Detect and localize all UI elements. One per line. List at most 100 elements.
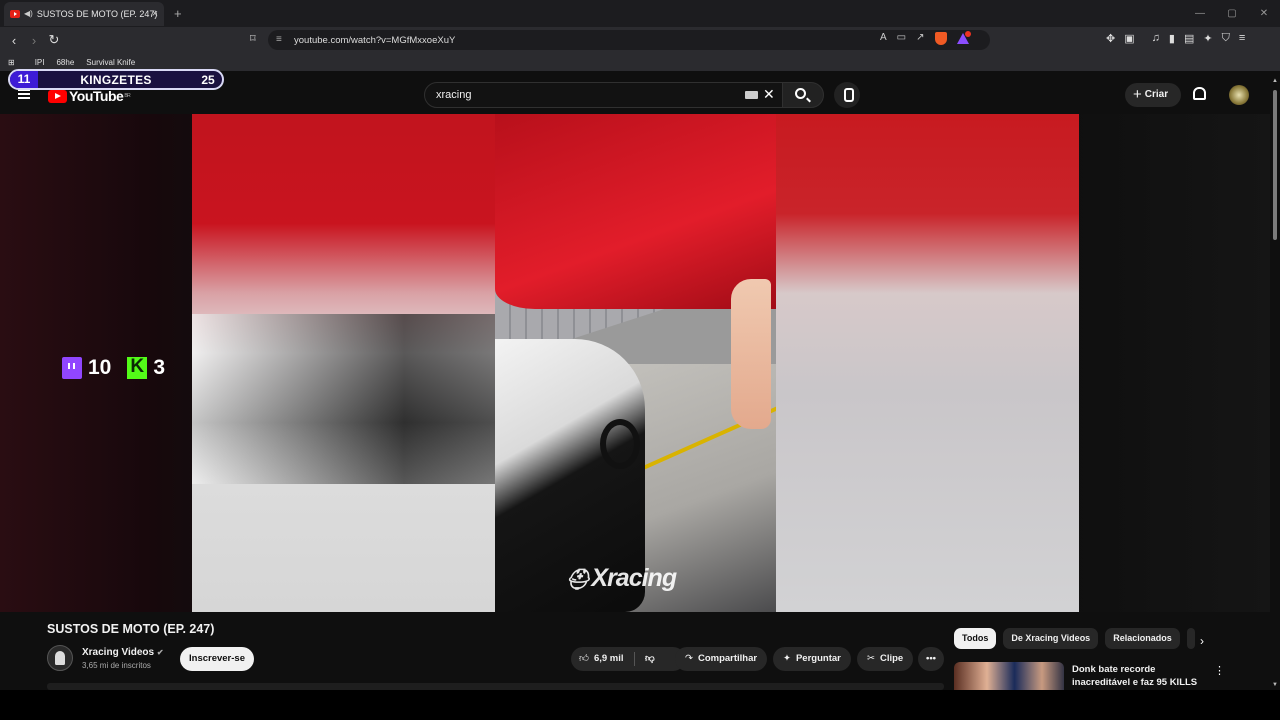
like-dislike-group: 👍︎ 6,9 mil 👎︎ — [571, 647, 685, 671]
score-left: 11 — [10, 71, 38, 88]
twitch-icon — [62, 357, 82, 379]
video-title: SUSTOS DE MOTO (EP. 247) — [47, 622, 215, 636]
like-divider — [634, 652, 635, 666]
share-label: Compartilhar — [697, 653, 758, 664]
page-scrollbar[interactable]: ▲ ▼ — [1270, 76, 1280, 690]
like-count: 6,9 mil — [593, 653, 624, 664]
verified-icon: ✔ — [156, 648, 164, 657]
subscribe-button[interactable]: Inscrever-se — [180, 647, 254, 671]
browser-tab-bar: ◀) SUSTOS DE MOTO (EP. 247) × + — ▢ ✕ — [0, 0, 1280, 27]
score-overlay: 11 KINGZETES 25 — [8, 69, 224, 90]
plus-icon: + — [1133, 86, 1142, 103]
back-icon[interactable]: ‹ — [4, 33, 24, 48]
create-button[interactable]: + Criar — [1125, 83, 1181, 107]
scroll-up-icon[interactable]: ▲ — [1272, 78, 1278, 84]
new-tab-button[interactable]: + — [174, 6, 182, 21]
clear-search-icon[interactable]: ✕ — [763, 86, 775, 103]
speaker-icon[interactable]: ◀) — [24, 9, 33, 18]
video-frame[interactable]: ⛑Xracing — [495, 114, 776, 612]
apps-grid-icon[interactable]: ⊞ — [8, 58, 15, 67]
thumbs-up-icon: 👍︎ — [579, 653, 589, 664]
bookmark-survival-knife[interactable]: Survival Knife — [86, 58, 135, 67]
account-avatar[interactable] — [1229, 85, 1249, 105]
scroll-thumb[interactable] — [1273, 90, 1277, 240]
thumbs-down-icon: 👎︎ — [645, 653, 655, 664]
cast-icon[interactable]: ▭ — [897, 32, 906, 45]
stream-counters: 10 3 — [62, 356, 165, 380]
url-text: youtube.com/watch?v=MGfMxxoeXuY — [294, 34, 456, 46]
clip-label: Clipe — [879, 653, 904, 664]
extensions-icon[interactable]: ✥ — [1106, 32, 1115, 45]
tab-title: SUSTOS DE MOTO (EP. 247) — [36, 8, 158, 19]
bookmark-icon[interactable]: ⌑ — [250, 32, 256, 45]
share-button[interactable]: ↷ Compartilhar — [675, 647, 768, 671]
like-button[interactable]: 👍︎ 6,9 mil — [579, 647, 624, 671]
chip-all[interactable]: Todos — [954, 628, 997, 649]
maximize-button[interactable]: ▢ — [1216, 0, 1248, 27]
related-filter-chips: Todos De Xracing Videos Relacionados — [954, 628, 1195, 649]
arm — [731, 279, 771, 429]
youtube-favicon-icon — [10, 9, 20, 18]
youtube-play-icon — [48, 89, 67, 103]
share-page-icon[interactable]: ↗ — [916, 32, 924, 45]
watermark-text: Xracing — [591, 564, 677, 592]
scroll-down-icon[interactable]: ▼ — [1272, 682, 1278, 688]
recommended-thumbnail[interactable] — [954, 662, 1064, 690]
wallet-icon[interactable]: ▤ — [1184, 32, 1194, 45]
search-icon — [795, 88, 806, 99]
search-input[interactable]: xracing — [424, 82, 784, 108]
keyboard-icon[interactable] — [745, 91, 758, 99]
chip-related[interactable]: Relacionados — [1105, 628, 1180, 649]
chip-more[interactable] — [1186, 628, 1195, 649]
brave-rewards-icon[interactable] — [956, 31, 971, 44]
video-blur-left — [192, 114, 495, 612]
score-name: KINGZETES — [80, 72, 152, 87]
translate-icon[interactable]: A — [880, 32, 887, 45]
browser-tab[interactable]: ◀) SUSTOS DE MOTO (EP. 247) × — [4, 1, 164, 26]
tab-close-icon[interactable]: × — [152, 8, 158, 20]
logo-text: YouTube — [69, 88, 124, 104]
ask-button[interactable]: ✦ Perguntar — [773, 647, 851, 671]
sidebar-icon[interactable]: ▮ — [1169, 32, 1175, 45]
close-window-button[interactable]: ✕ — [1248, 0, 1280, 27]
screenshot-icon[interactable]: ▣ — [1124, 32, 1134, 45]
kick-count: 3 — [153, 356, 166, 379]
chevron-right-icon[interactable]: › — [1200, 634, 1204, 648]
channel-avatar[interactable] — [47, 645, 73, 671]
more-actions-button[interactable]: ••• — [918, 647, 944, 671]
dislike-button[interactable]: 👎︎ — [645, 647, 655, 671]
bookmark-68he[interactable]: 68he — [56, 58, 74, 67]
minimize-button[interactable]: — — [1184, 0, 1216, 27]
forward-icon[interactable]: › — [24, 33, 44, 48]
bookmark-ipi[interactable]: IPI — [35, 58, 45, 67]
motorcycle-wheel — [600, 419, 640, 469]
twitch-count: 10 — [88, 356, 112, 379]
clip-button[interactable]: ✂ Clipe — [857, 647, 914, 671]
score-right: 25 — [201, 72, 215, 87]
scissors-icon: ✂ — [867, 653, 875, 664]
subscriber-count: 3,65 mi de inscritos — [82, 661, 151, 670]
helmet-logo-icon: ⛑ — [565, 569, 590, 591]
notifications-bell-icon[interactable] — [1193, 87, 1206, 100]
leo-icon[interactable]: ✦ — [1203, 32, 1212, 45]
chip-from-channel[interactable]: De Xracing Videos — [1003, 628, 1099, 649]
guide-menu-icon[interactable] — [18, 89, 30, 99]
ask-label: Perguntar — [795, 653, 841, 664]
create-label: Criar — [1144, 89, 1169, 100]
mic-icon[interactable] — [834, 82, 860, 108]
music-icon[interactable]: ♫ — [1152, 32, 1160, 45]
site-settings-icon[interactable]: ≡ — [276, 34, 282, 45]
reload-icon[interactable]: ↻ — [44, 32, 64, 48]
logo-region: BR — [124, 93, 131, 99]
channel-name[interactable]: Xracing Videos ✔ — [82, 647, 164, 658]
vpn-icon[interactable]: ⛉ — [1222, 32, 1230, 45]
recommended-menu-icon[interactable]: ⋮ — [1214, 664, 1225, 677]
kick-icon — [127, 356, 148, 379]
description-box[interactable] — [47, 683, 944, 690]
url-bar-icons: A ▭ ↗ — [880, 31, 971, 45]
more-icon: ••• — [926, 653, 936, 664]
menu-icon[interactable]: ≡ — [1239, 32, 1245, 45]
youtube-logo[interactable]: YouTube BR — [48, 88, 131, 104]
channel-name-text: Xracing Videos — [82, 647, 155, 658]
brave-shields-icon[interactable] — [934, 32, 947, 45]
